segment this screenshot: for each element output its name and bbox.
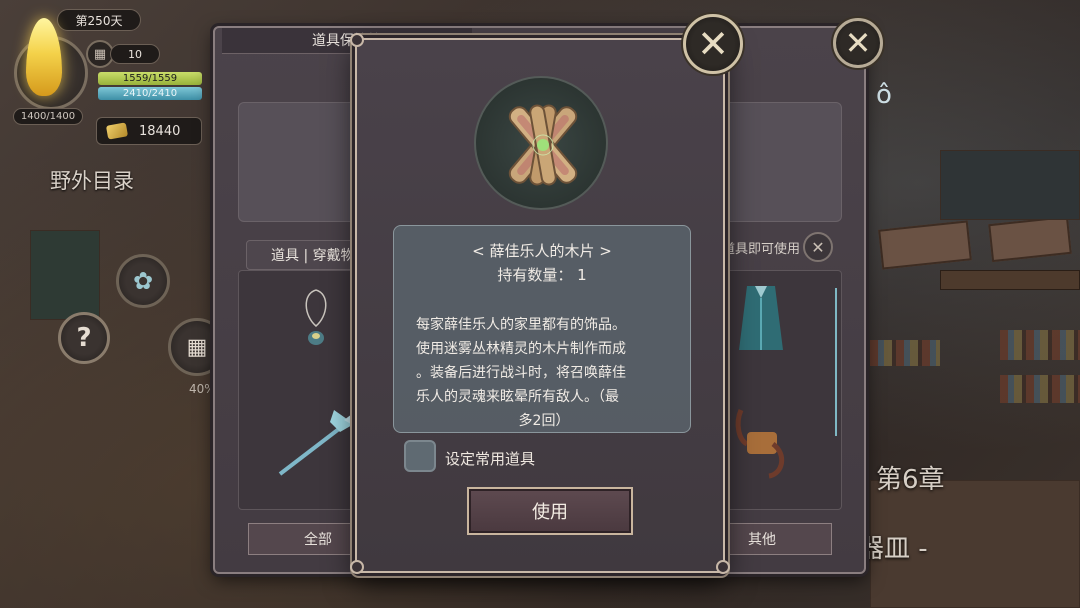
calendar-count: 10 — [110, 44, 160, 64]
close-dialog-button[interactable]: ✕ — [683, 14, 743, 74]
item-icon-frame — [474, 76, 608, 210]
wood-chip-icon — [508, 104, 578, 186]
scrollbar[interactable] — [835, 288, 837, 436]
favorite-item-checkbox[interactable] — [404, 440, 436, 472]
close-icon: ✕ — [844, 24, 872, 62]
books — [870, 340, 940, 366]
favorite-item-label[interactable]: 设定常用道具 — [445, 448, 535, 469]
item-quantity: 持有数量： 1 — [497, 266, 587, 284]
description-line: 每家薛佳乐人的家里都有的饰品。 — [416, 317, 626, 333]
item-name: < 薛佳乐人的木片 > — [472, 242, 612, 260]
crate — [988, 215, 1072, 263]
description-line: 多2回） — [518, 413, 570, 429]
gold-icon — [105, 122, 129, 140]
help-button[interactable]: ? — [58, 312, 110, 364]
use-button[interactable]: 使用 — [467, 487, 633, 535]
gear-icon: ✿ — [132, 267, 154, 295]
mp-bar: 2410/2410 — [98, 87, 202, 100]
necklace-item-icon[interactable] — [296, 286, 336, 356]
help-icon: ? — [76, 323, 92, 353]
day-counter: 第250天 — [57, 9, 141, 31]
progress-percent: 40% — [189, 382, 216, 396]
calendar-icon: ▦ — [186, 334, 208, 360]
gear-button[interactable]: ✿ — [116, 254, 170, 308]
field-catalog-label[interactable]: 野外目录 — [50, 165, 134, 195]
close-icon: ✕ — [811, 237, 825, 257]
gold-counter: 18440 — [96, 117, 202, 145]
hp-bar: 1559/1559 — [98, 72, 202, 85]
corner-ornament — [716, 560, 730, 574]
description-line: 。装备后进行战斗时，将召唤薛佳 — [416, 365, 626, 381]
crate — [878, 220, 972, 270]
bin — [30, 230, 100, 320]
flame-count: 1400/1400 — [13, 108, 83, 125]
robe-item-icon[interactable] — [735, 284, 787, 356]
storage-hint: 道具即可使用 — [722, 242, 801, 257]
gold-amount: 18440 — [139, 123, 181, 139]
lock-icon: ô — [876, 80, 892, 110]
description-line: 乐人的灵魂来眩晕所有敌人。（最 — [416, 389, 619, 405]
item-description: 每家薛佳乐人的家里都有的饰品。 使用迷雾丛林精灵的木片制作而成 。装备后进行战斗… — [416, 313, 672, 433]
books — [1000, 330, 1080, 360]
corner-ornament — [350, 560, 364, 574]
desk — [940, 150, 1080, 220]
shelf — [940, 270, 1080, 290]
bag-item-icon[interactable] — [733, 404, 789, 480]
books — [1000, 375, 1080, 403]
close-icon: ✕ — [697, 22, 729, 66]
chapter-label: 第6章 — [876, 465, 945, 495]
description-line: 使用迷雾丛林精灵的木片制作而成 — [416, 341, 626, 357]
corner-ornament — [350, 33, 364, 47]
close-hint-button[interactable]: ✕ — [803, 232, 833, 262]
close-storage-button[interactable]: ✕ — [833, 18, 883, 68]
staff-item-icon[interactable] — [274, 402, 362, 482]
